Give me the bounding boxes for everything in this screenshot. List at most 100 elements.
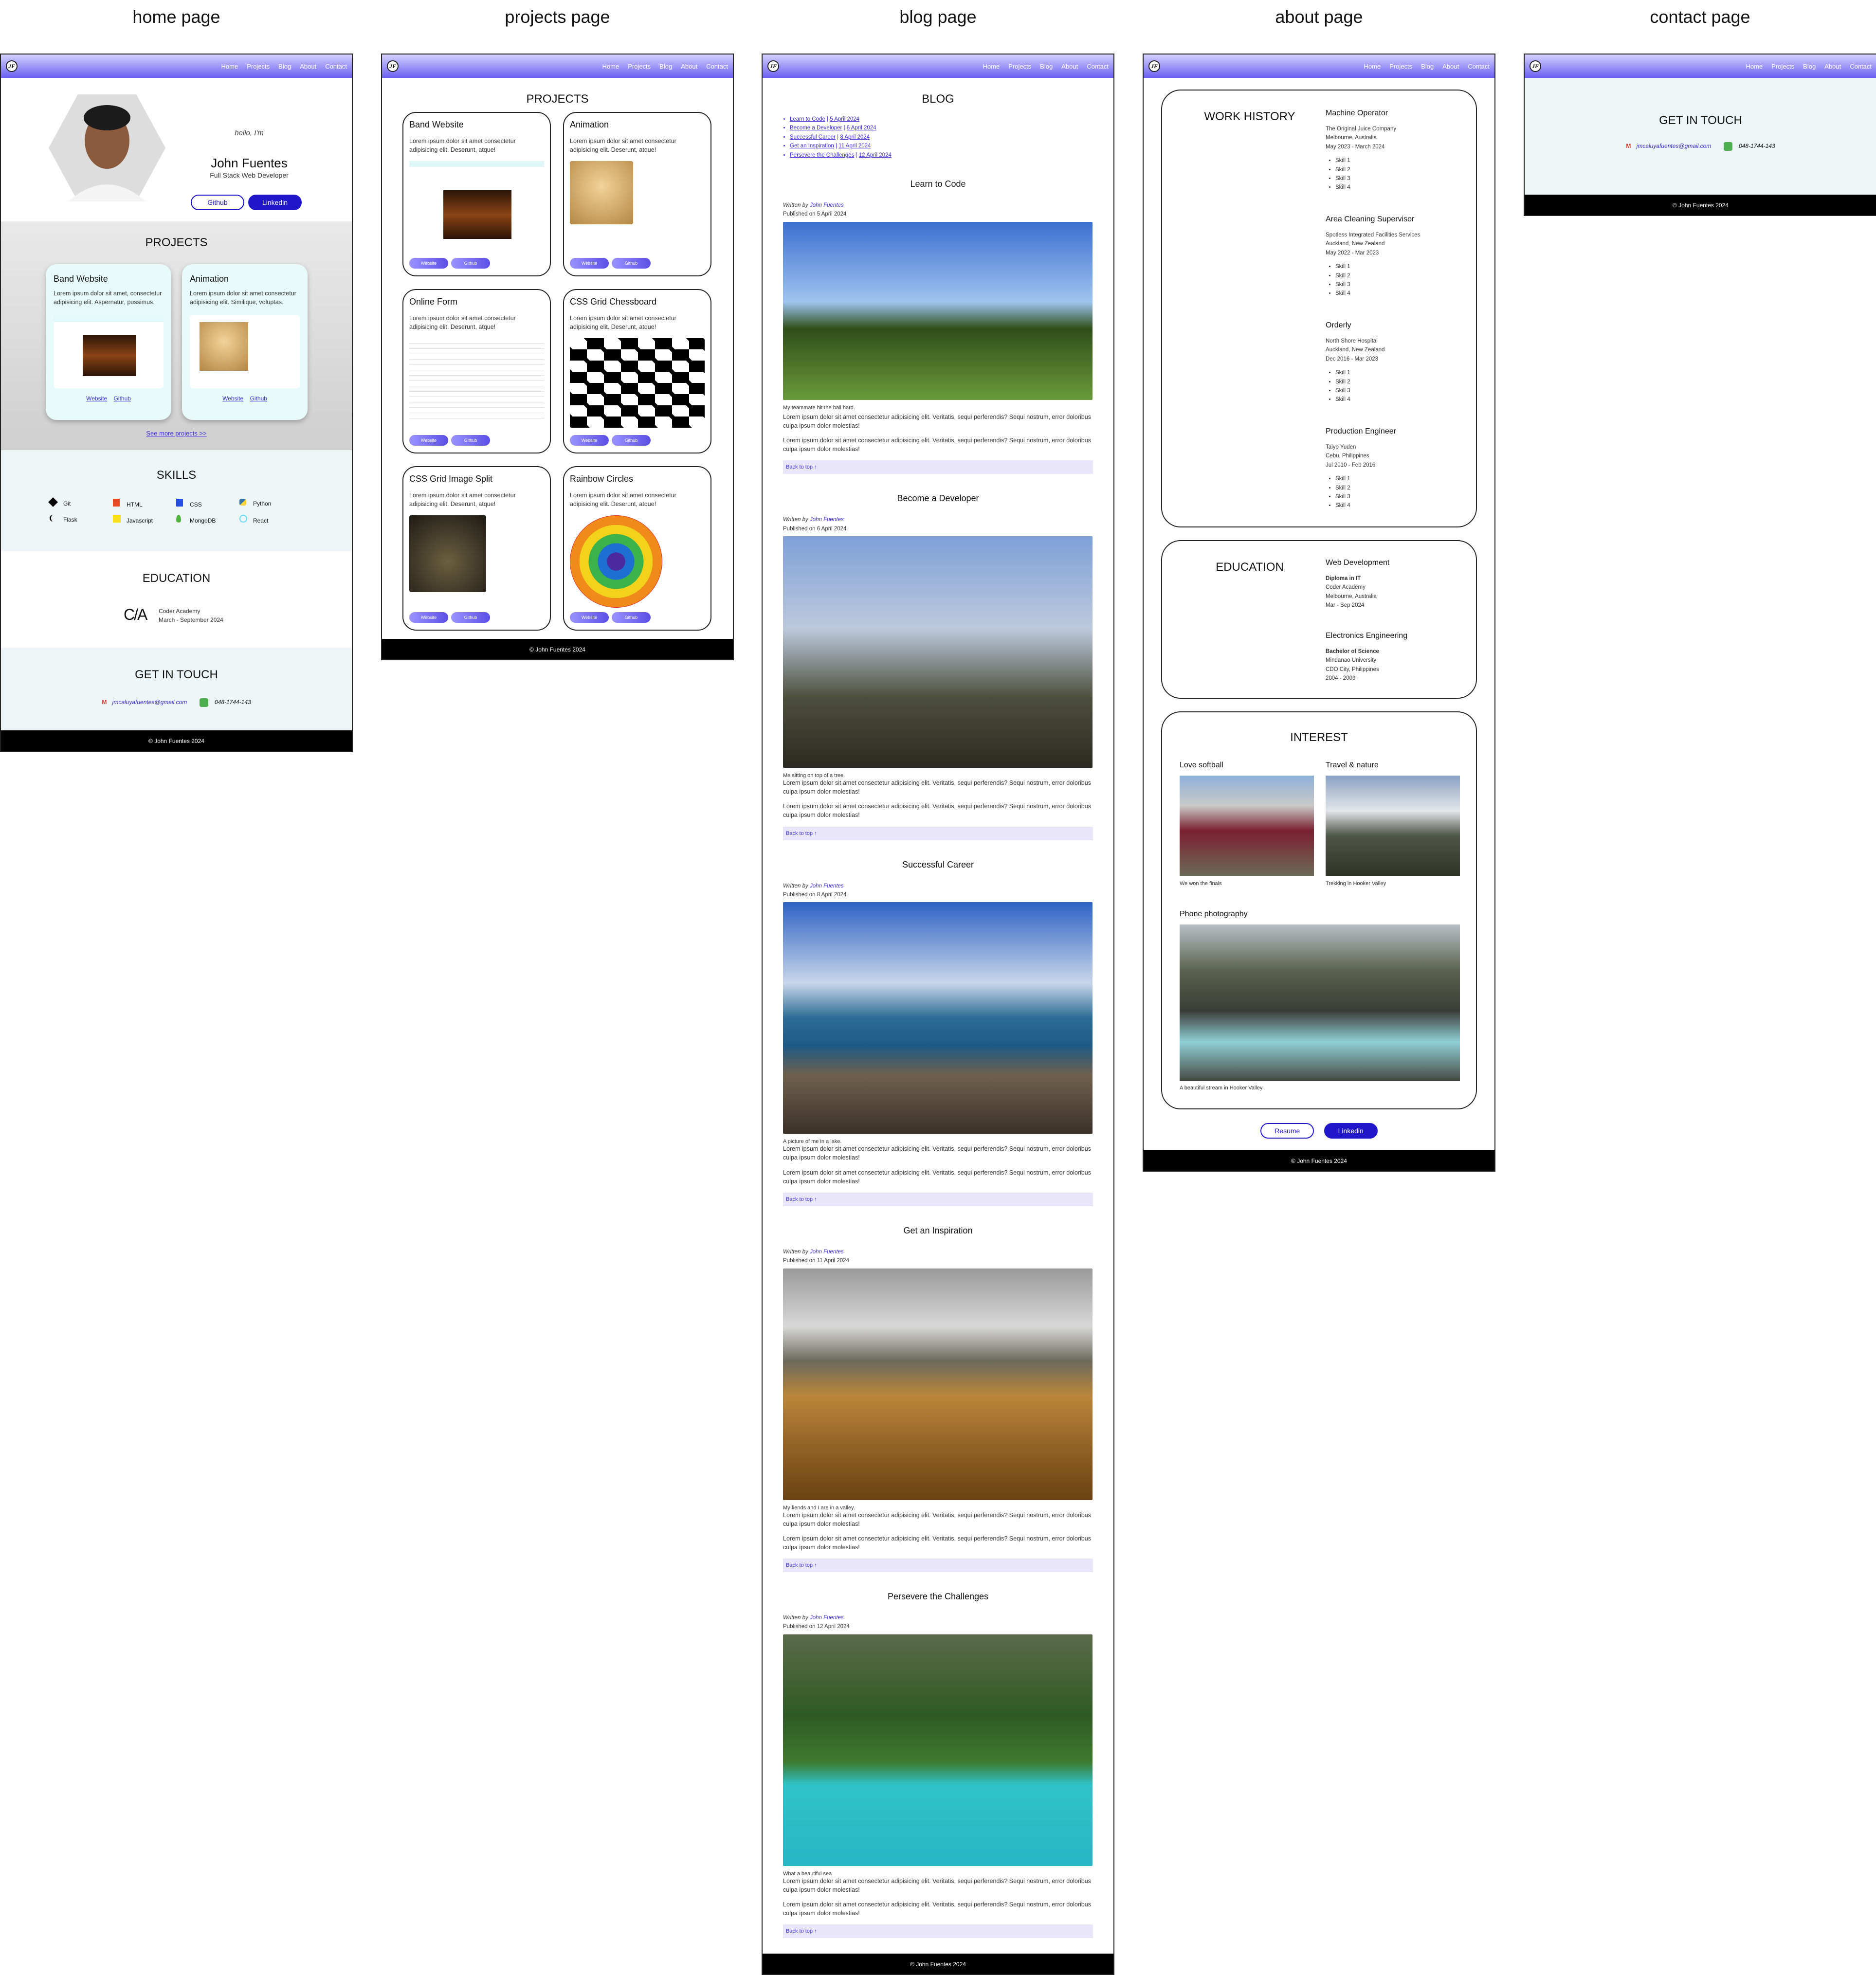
project-text: Lorem ipsum dolor sit amet consectetur a… <box>570 315 676 331</box>
python-icon <box>239 499 246 506</box>
post-author[interactable]: John Fuentes <box>810 883 844 889</box>
javascript-icon <box>113 515 121 523</box>
card-website-link[interactable]: Website <box>222 395 243 402</box>
nav-projects[interactable]: Projects <box>1771 63 1794 70</box>
logo[interactable]: JF <box>6 60 18 72</box>
nav-about[interactable]: About <box>681 63 697 70</box>
card-github-link[interactable]: Github <box>250 395 267 402</box>
github-button[interactable]: Github <box>451 258 490 269</box>
nav-home[interactable]: Home <box>1746 63 1763 70</box>
back-to-top-link[interactable]: Back to top ↑ <box>783 826 1093 840</box>
post-title: Persevere the Challenges <box>887 1592 989 1602</box>
nav-about[interactable]: About <box>1442 63 1459 70</box>
edu-school: Coder Academy <box>159 608 200 615</box>
nav-projects[interactable]: Projects <box>1389 63 1412 70</box>
linkedin-button[interactable]: Linkedin <box>1324 1123 1378 1139</box>
logo[interactable]: JF <box>387 60 399 72</box>
project-title: Rainbow Circles <box>570 474 634 484</box>
skill-git: Git <box>48 497 113 508</box>
nav-home[interactable]: Home <box>1364 63 1381 70</box>
post-author[interactable]: John Fuentes <box>810 202 844 208</box>
website-button[interactable]: Website <box>570 612 609 623</box>
toc-item[interactable]: Persevere the Challenges | 12 April 2024 <box>790 151 1093 160</box>
nav-about[interactable]: About <box>300 63 316 70</box>
edu-dates: March - September 2024 <box>159 616 223 623</box>
nav-contact[interactable]: Contact <box>1468 63 1490 70</box>
column-title-home: home page <box>132 7 220 27</box>
toc-item[interactable]: Become a Developer | 6 April 2024 <box>790 124 1093 132</box>
post-photo <box>783 536 1093 768</box>
nav-blog[interactable]: Blog <box>278 63 291 70</box>
github-button[interactable]: Github <box>451 435 490 446</box>
nav-home[interactable]: Home <box>983 63 1000 70</box>
logo[interactable]: JF <box>1148 60 1160 72</box>
home-projects-section: PROJECTS Band Website Lorem ipsum dolor … <box>1 221 352 450</box>
skill-mongodb: MongoDB <box>176 515 239 524</box>
nav-projects[interactable]: Projects <box>247 63 270 70</box>
post-author[interactable]: John Fuentes <box>810 1249 844 1255</box>
github-button[interactable]: Github <box>191 195 244 210</box>
blog-title: BLOG <box>922 92 954 106</box>
project-thumbnail <box>409 161 544 244</box>
nav-contact[interactable]: Contact <box>325 63 347 70</box>
gmail-icon: M <box>102 699 107 706</box>
blog-body: BLOG Learn to Code | 5 April 2024 Become… <box>763 78 1113 1954</box>
project-thumbnail <box>570 338 705 428</box>
linkedin-button[interactable]: Linkedin <box>248 195 302 210</box>
nav-about[interactable]: About <box>1061 63 1078 70</box>
job-entry: Machine Operator The Original Juice Comp… <box>1326 109 1472 215</box>
skill-react: React <box>239 515 303 524</box>
interest-photo <box>1180 776 1314 876</box>
project-text: Lorem ipsum dolor sit amet consectetur a… <box>570 492 676 508</box>
email-link[interactable]: jmcaluyafuentes@gmail.com <box>112 699 187 706</box>
toc-item[interactable]: Learn to Code | 5 April 2024 <box>790 115 1093 124</box>
back-to-top-link[interactable]: Back to top ↑ <box>783 1924 1093 1939</box>
hero-role: Full Stack Web Developer <box>210 171 289 179</box>
logo[interactable]: JF <box>767 60 779 72</box>
website-button[interactable]: Website <box>409 612 448 623</box>
resume-button[interactable]: Resume <box>1260 1123 1314 1139</box>
post-author[interactable]: John Fuentes <box>810 517 844 523</box>
nav-contact[interactable]: Contact <box>706 63 728 70</box>
github-button[interactable]: Github <box>451 612 490 623</box>
github-button[interactable]: Github <box>612 435 651 446</box>
card-website-link[interactable]: Website <box>86 395 107 402</box>
nav-home[interactable]: Home <box>221 63 238 70</box>
hero-name: John Fuentes <box>211 156 288 170</box>
nav-blog[interactable]: Blog <box>1803 63 1816 70</box>
nav-blog[interactable]: Blog <box>1040 63 1053 70</box>
nav-home[interactable]: Home <box>602 63 619 70</box>
see-more-link[interactable]: See more projects >> <box>1 430 352 437</box>
back-to-top-link[interactable]: Back to top ↑ <box>783 460 1093 474</box>
home-project-card[interactable]: Animation Lorem ipsum dolor sit amet con… <box>182 264 308 420</box>
nav-about[interactable]: About <box>1824 63 1841 70</box>
home-project-card[interactable]: Band Website Lorem ipsum dolor sit amet,… <box>46 264 171 420</box>
navbar: JF Home Projects Blog About Contact <box>763 54 1113 78</box>
post-caption: What a beautiful sea. <box>783 1870 834 1877</box>
back-to-top-link[interactable]: Back to top ↑ <box>783 1192 1093 1206</box>
github-button[interactable]: Github <box>612 612 651 623</box>
post-date: Published on 6 April 2024 <box>783 525 847 532</box>
logo[interactable]: JF <box>1530 60 1541 72</box>
post-author[interactable]: John Fuentes <box>810 1615 844 1621</box>
website-button[interactable]: Website <box>570 435 609 446</box>
nav-contact[interactable]: Contact <box>1087 63 1109 70</box>
card-github-link[interactable]: Github <box>114 395 131 402</box>
project-title: Online Form <box>409 297 458 307</box>
email-link[interactable]: jmcaluyafuentes@gmail.com <box>1637 143 1712 149</box>
nav-blog[interactable]: Blog <box>659 63 672 70</box>
website-button[interactable]: Website <box>570 258 609 269</box>
toc-item[interactable]: Successful Career | 8 April 2024 <box>790 133 1093 142</box>
website-button[interactable]: Website <box>409 258 448 269</box>
nav-blog[interactable]: Blog <box>1421 63 1434 70</box>
toc-item[interactable]: Get an Inspiration | 11 April 2024 <box>790 142 1093 150</box>
website-button[interactable]: Website <box>409 435 448 446</box>
nav-contact[interactable]: Contact <box>1850 63 1872 70</box>
nav-projects[interactable]: Projects <box>628 63 651 70</box>
github-button[interactable]: Github <box>612 258 651 269</box>
nav-projects[interactable]: Projects <box>1008 63 1031 70</box>
footer: © John Fuentes 2024 <box>1 730 352 751</box>
back-to-top-link[interactable]: Back to top ↑ <box>783 1558 1093 1573</box>
work-history-title: WORK HISTORY <box>1204 110 1295 123</box>
gmail-icon: M <box>1626 143 1631 150</box>
